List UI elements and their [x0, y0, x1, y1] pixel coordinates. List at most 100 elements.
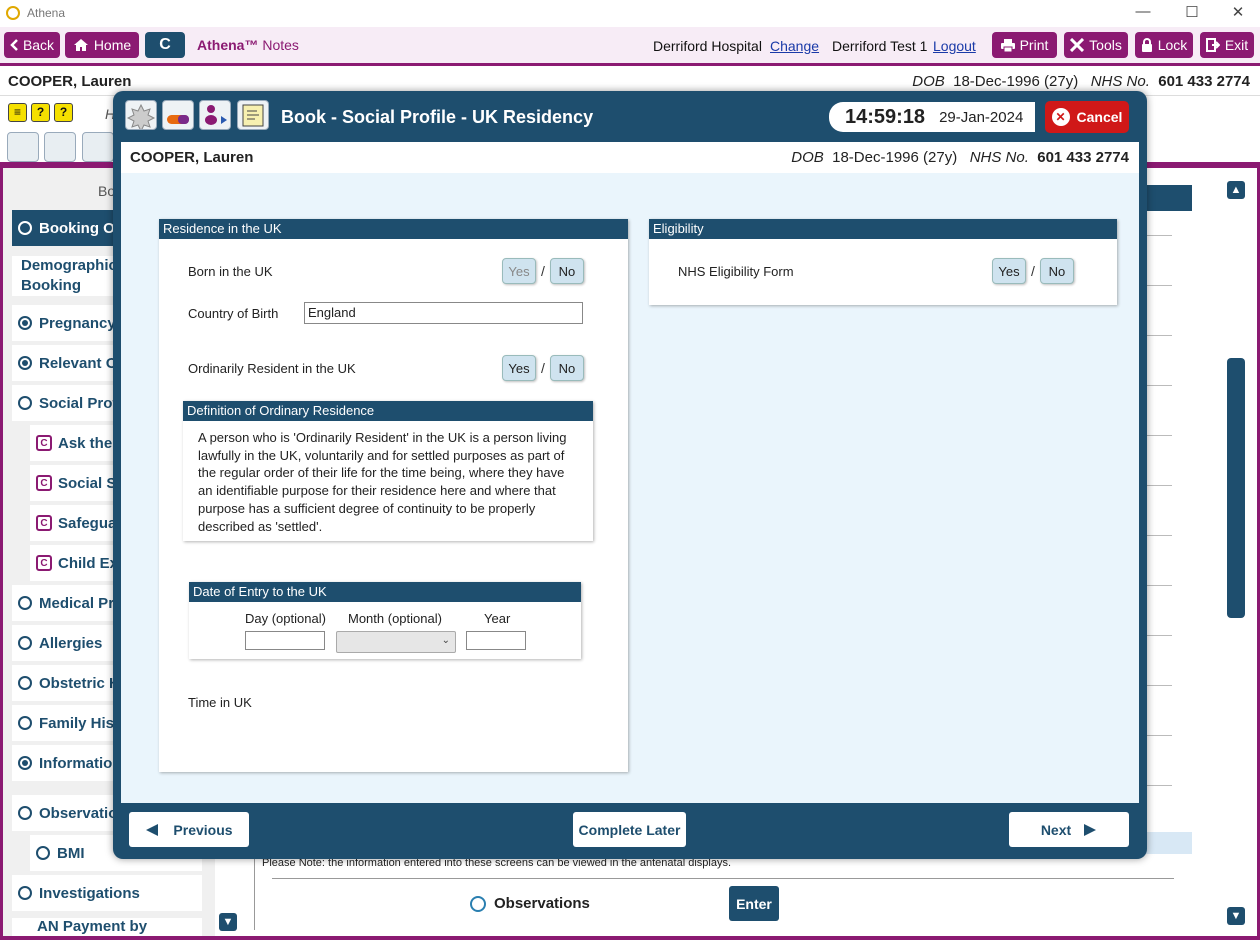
ordinarily-resident-toggle: Yes / No	[502, 355, 584, 381]
nhs-eligibility-label: NHS Eligibility Form	[678, 264, 794, 279]
scroll-up-icon[interactable]: ▲	[1227, 181, 1245, 199]
tools-button[interactable]: Tools	[1064, 32, 1128, 58]
born-yes-button[interactable]: Yes	[502, 258, 536, 284]
definition-text: A person who is 'Ordinarily Resident' in…	[198, 429, 588, 535]
star-icon[interactable]	[125, 100, 157, 133]
scrollbar-thumb[interactable]	[1227, 358, 1245, 618]
slash-separator: /	[1031, 263, 1035, 279]
star-icon[interactable]	[7, 132, 39, 162]
born-no-button[interactable]: No	[549, 258, 584, 284]
tools-icon	[1070, 38, 1085, 52]
brand-suffix: Notes	[262, 37, 299, 53]
definition-line: purpose has a sufficient degree of conti…	[198, 500, 536, 516]
brand-name: Athena™	[197, 37, 259, 53]
sidebar-item-an-payment[interactable]: AN Payment by	[12, 918, 202, 936]
sidebar-item-label: Allergies	[39, 634, 103, 652]
sidebar-item-label: BMI	[57, 844, 85, 862]
maximize-button[interactable]: ☐	[1182, 3, 1202, 21]
sidebar-item-investigations[interactable]: Investigations	[12, 875, 202, 911]
sidebar-scroll-down-icon[interactable]: ▼	[219, 913, 237, 931]
country-of-birth-input[interactable]: England	[304, 302, 583, 324]
lock-button[interactable]: Lock	[1135, 32, 1193, 58]
close-window-button[interactable]: ✕	[1228, 3, 1248, 21]
arrow-right-icon	[1084, 823, 1097, 836]
divider	[1146, 285, 1172, 286]
radio-icon	[470, 895, 486, 912]
year-label: Year	[484, 611, 511, 626]
brand-title: Athena™ Notes	[197, 37, 299, 53]
time-in-uk-label: Time in UK	[188, 695, 252, 710]
logout-link[interactable]: Logout	[933, 38, 976, 54]
c-icon: C	[36, 435, 52, 451]
patient-details: DOB 18-Dec-1996 (27y) NHS No. 601 433 27…	[791, 149, 1129, 166]
help-alt-icon[interactable]: ?	[54, 103, 73, 122]
next-button[interactable]: Next	[1009, 812, 1129, 847]
slash-separator: /	[541, 360, 545, 376]
year-input[interactable]	[466, 631, 526, 650]
divider	[272, 878, 1174, 879]
list-help-icon[interactable]: ≡	[8, 103, 27, 122]
exit-label: Exit	[1224, 37, 1249, 53]
minimize-button[interactable]: —	[1133, 3, 1153, 20]
window-title: Athena	[27, 6, 66, 20]
next-label: Next	[1040, 821, 1072, 838]
month-select[interactable]: ⌄	[336, 631, 456, 653]
background-table-header	[1140, 185, 1192, 211]
tools-label: Tools	[1089, 37, 1122, 53]
definition-line: described as 'settled'.	[198, 518, 323, 534]
date-of-entry-header: Date of Entry to the UK	[189, 582, 581, 602]
eligibility-panel-header: Eligibility	[649, 219, 1117, 239]
enter-button[interactable]: Enter	[729, 886, 779, 921]
person-icon[interactable]	[82, 132, 114, 162]
help-icon[interactable]: ?	[31, 103, 50, 122]
print-button[interactable]: Print	[992, 32, 1057, 58]
person-icon[interactable]	[199, 100, 231, 130]
c-button[interactable]: C	[145, 32, 185, 58]
sidebar-item-label: Medical Pro	[39, 594, 124, 612]
home-button[interactable]: Home	[65, 32, 139, 58]
home-icon	[73, 39, 88, 51]
cancel-label: Cancel	[1076, 109, 1123, 125]
divider	[1146, 385, 1172, 386]
complete-later-button[interactable]: Complete Later	[573, 812, 686, 847]
eligibility-no-button[interactable]: No	[1039, 258, 1074, 284]
back-button[interactable]: Back	[4, 32, 60, 58]
chevron-left-icon	[10, 39, 18, 51]
sidebar-item-label: Relevant Ot	[39, 354, 123, 372]
radio-icon	[36, 846, 50, 860]
exit-button[interactable]: Exit	[1200, 32, 1254, 58]
background-help-toolbar: ≡?? H	[8, 103, 115, 122]
radio-icon	[18, 886, 32, 900]
scroll-down-icon[interactable]: ▼	[1227, 907, 1245, 925]
born-in-uk-label: Born in the UK	[188, 264, 273, 279]
nhs-value: 601 433 2774	[1158, 73, 1250, 90]
divider	[1146, 235, 1172, 236]
month-label: Month (optional)	[348, 611, 442, 626]
definition-line: lawfully in the UK, voluntarily and for …	[198, 447, 565, 463]
radio-icon	[18, 596, 32, 610]
previous-button[interactable]: Previous	[129, 812, 249, 847]
radio-icon	[18, 806, 32, 820]
dob-label: DOB	[912, 73, 945, 90]
nhs-label: NHS No.	[969, 149, 1029, 166]
cancel-button[interactable]: ✕ Cancel	[1045, 101, 1129, 133]
pill-icon[interactable]	[44, 132, 76, 162]
sidebar-item-label: Pregnancy I	[39, 314, 125, 332]
current-time: 14:59:18	[845, 105, 926, 128]
pill-icon[interactable]	[162, 100, 194, 130]
star-shape-icon	[126, 103, 156, 133]
hospital-name: Derriford Hospital	[653, 38, 762, 54]
day-input[interactable]	[245, 631, 325, 650]
resident-no-button[interactable]: No	[549, 355, 584, 381]
user-name: Derriford Test 1	[832, 38, 928, 54]
eligibility-yes-button[interactable]: Yes	[992, 258, 1026, 284]
dob-value: 18-Dec-1996 (27y)	[953, 73, 1079, 90]
change-hospital-link[interactable]: Change	[770, 38, 819, 54]
resident-yes-button[interactable]: Yes	[502, 355, 536, 381]
observations-option[interactable]: Observations	[470, 895, 590, 912]
sidebar-item-label: Safegua	[58, 514, 117, 532]
definition-panel-header: Definition of Ordinary Residence	[183, 401, 593, 421]
lock-icon	[1141, 38, 1152, 52]
notes-icon[interactable]	[237, 100, 269, 130]
sidebar-item-label: Investigations	[39, 884, 140, 902]
